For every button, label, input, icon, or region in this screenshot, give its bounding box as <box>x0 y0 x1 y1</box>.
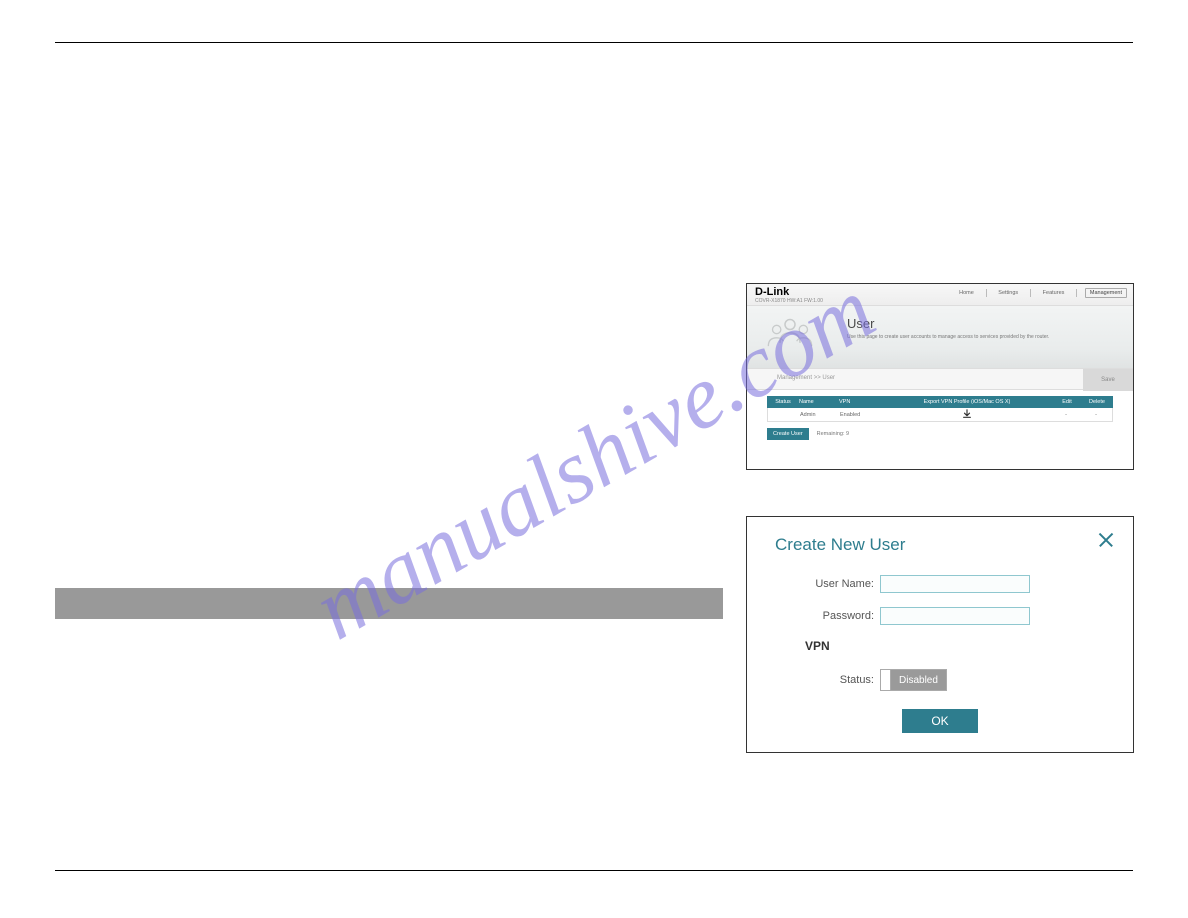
toggle-label: Disabled <box>891 670 946 690</box>
create-user-button[interactable]: Create User <box>767 428 809 440</box>
username-row: User Name: <box>775 575 1105 593</box>
password-row: Password: <box>775 607 1105 625</box>
cell-export[interactable] <box>882 409 1052 421</box>
download-icon[interactable] <box>962 409 972 419</box>
col-name: Name <box>799 399 839 405</box>
save-button[interactable]: Save <box>1083 369 1133 391</box>
password-label: Password: <box>775 610 880 622</box>
cell-delete: - <box>1080 412 1112 418</box>
model-text: COVR-X1870 HW:A1 FW:1.00 <box>755 298 823 304</box>
table-row: Admin Enabled - - <box>767 408 1113 422</box>
status-label: Status: <box>775 674 880 686</box>
nav-separator <box>1076 289 1077 297</box>
nav-separator <box>986 289 987 297</box>
nav-features[interactable]: Features <box>1039 289 1069 297</box>
nav-management[interactable]: Management <box>1085 288 1127 298</box>
close-icon[interactable] <box>1097 531 1115 549</box>
remaining-count: Remaining: 9 <box>817 431 849 437</box>
status-row: Status: Disabled <box>775 669 1105 691</box>
nav-home[interactable]: Home <box>955 289 978 297</box>
create-row: Create User Remaining: 9 <box>747 428 1133 440</box>
create-user-dialog: Create New User User Name: Password: VPN… <box>746 516 1134 753</box>
router-header: D-Link COVR-X1870 HW:A1 FW:1.00 Home Set… <box>747 284 1133 306</box>
page-bottom-rule <box>55 870 1133 871</box>
nav-separator <box>1030 289 1031 297</box>
page-description: Use this page to create user accounts to… <box>847 334 1049 340</box>
breadcrumb-row: Management >> User Save <box>747 368 1133 390</box>
cell-name: Admin <box>800 412 840 418</box>
username-input[interactable] <box>880 575 1030 593</box>
col-vpn: VPN <box>839 399 881 405</box>
user-table: Status Name VPN Export VPN Profile (iOS/… <box>747 390 1133 422</box>
page-title: User <box>847 316 874 331</box>
page-top-rule <box>55 42 1133 43</box>
hero-section: User Use this page to create user accoun… <box>747 306 1133 368</box>
brand-logo: D-Link <box>755 286 789 298</box>
username-label: User Name: <box>775 578 880 590</box>
toggle-handle[interactable] <box>881 670 891 690</box>
users-icon <box>765 316 815 358</box>
password-input[interactable] <box>880 607 1030 625</box>
user-page-screenshot: D-Link COVR-X1870 HW:A1 FW:1.00 Home Set… <box>746 283 1134 470</box>
breadcrumb: Management >> User <box>777 375 835 381</box>
col-export: Export VPN Profile (iOS/Mac OS X) <box>881 399 1053 405</box>
table-header: Status Name VPN Export VPN Profile (iOS/… <box>767 396 1113 408</box>
redacted-bar <box>55 588 723 619</box>
ok-button[interactable]: OK <box>902 709 978 733</box>
vpn-heading: VPN <box>805 639 1105 653</box>
col-status: Status <box>767 399 799 405</box>
col-delete: Delete <box>1081 399 1113 405</box>
cell-edit: - <box>1052 412 1080 418</box>
top-nav: Home Settings Features Management <box>955 288 1127 298</box>
nav-settings[interactable]: Settings <box>994 289 1022 297</box>
col-edit: Edit <box>1053 399 1081 405</box>
status-toggle[interactable]: Disabled <box>880 669 947 691</box>
cell-vpn: Enabled <box>840 412 882 418</box>
dialog-title: Create New User <box>775 535 1105 555</box>
